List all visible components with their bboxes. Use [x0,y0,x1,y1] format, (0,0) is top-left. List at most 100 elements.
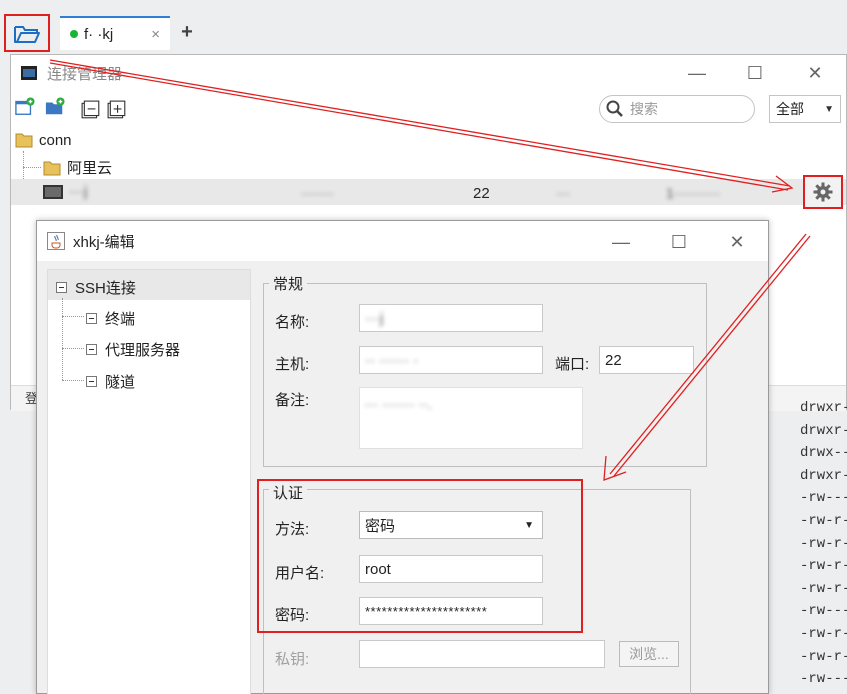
minimize-button[interactable]: — [685,61,709,85]
tab-close-icon[interactable]: × [151,26,160,43]
close-button[interactable]: ✕ [803,61,827,85]
tree-root-label: conn [39,131,72,149]
tree-session-item[interactable]: ···j [43,183,87,200]
private-key-field[interactable] [359,640,605,668]
method-select[interactable]: 密码 ▼ [359,511,543,539]
collapse-icon [56,282,67,293]
password-value: ********************** [365,603,488,619]
tree-folder-aliyun[interactable]: 阿里云 [43,157,112,178]
dialog-minimize-button[interactable]: — [609,230,633,254]
session-host: ······· [301,185,334,201]
list-item: -rw-r- [800,648,847,665]
search-icon [606,100,623,117]
note-label: 备注: [275,392,310,409]
chevron-down-icon: ▼ [824,103,834,115]
edit-session-button[interactable] [803,175,843,209]
dialog-maximize-button[interactable]: ☐ [667,230,691,254]
tree-connector [62,348,84,349]
nav-item-ssh[interactable]: SSH连接 [56,277,136,298]
dialog-title: xhkj-编辑 [73,233,135,251]
session-note: 1·········· [666,185,721,201]
folder-icon [43,161,61,175]
filter-select[interactable]: 全部 ▼ [769,95,841,123]
port-label: 端口: [555,356,590,373]
nav-root-label: SSH连接 [75,280,136,297]
password-field[interactable]: ********************** [359,597,543,625]
nav-item-label: 终端 [105,311,136,328]
tree-connector [23,167,41,168]
list-item: -rw--- [800,603,847,620]
session-user: ··· [556,185,570,201]
note-value: ··· ······· ··. [364,396,432,412]
tree-connector [62,380,84,381]
nav-item-tunnel[interactable]: 隧道 [86,371,135,392]
dialog-close-button[interactable]: ✕ [725,230,749,254]
port-field[interactable]: 22 [599,346,694,374]
connected-status-dot [70,30,78,38]
method-value: 密码 [365,517,396,535]
name-field[interactable]: ···j [359,304,543,332]
browse-button[interactable]: 浏览... [619,641,679,667]
add-tab-button[interactable]: + [176,20,198,44]
username-field[interactable]: root [359,555,543,583]
collapse-icon [86,376,97,387]
folder-icon [15,133,33,148]
chevron-down-icon: ▼ [524,519,534,531]
name-label: 名称: [275,314,310,331]
new-session-icon[interactable] [15,97,35,117]
nav-item-label: 隧道 [105,374,136,391]
expand-all-icon[interactable] [107,100,127,120]
username-label: 用户名: [275,565,325,582]
list-item: -rw--- [800,671,847,688]
browse-label: 浏览... [629,646,669,662]
terminal-icon [43,184,63,199]
list-item: drwxr- [800,400,847,416]
note-field[interactable]: ··· ······· ··. [359,387,583,449]
tree-connector [62,316,84,317]
dialog-titlebar: xhkj-编辑 [37,221,768,261]
general-legend: 常规 [269,273,308,294]
collapse-icon [86,344,97,355]
search-input[interactable]: 搜索 [599,95,755,123]
settings-nav-tree: SSH连接 终端 代理服务器 隧道 [47,269,251,694]
host-label: 主机: [275,356,310,373]
terminal-icon [21,66,37,80]
tab-label: f· ·kj [84,25,114,43]
session-port: 22 [473,185,490,202]
search-placeholder: 搜索 [630,101,658,117]
list-item: -rw-r- [800,580,847,597]
folder-open-icon [14,26,40,43]
list-item: drwxr- [800,422,847,439]
connection-manager-title: 连接管理器 [47,65,123,83]
nav-item-label: 代理服务器 [105,342,181,359]
username-value: root [365,560,391,578]
nav-item-proxy[interactable]: 代理服务器 [86,339,180,360]
tree-session-row[interactable] [11,179,846,205]
password-label: 密码: [275,607,310,624]
host-value: ·· ······ · [365,351,419,369]
list-item: drwx-- [800,445,847,462]
collapse-all-icon[interactable] [81,100,101,120]
auth-legend: 认证 [269,482,308,503]
maximize-button[interactable]: ☐ [743,61,767,85]
tree-connector [62,298,63,380]
name-value: ···j [365,309,384,327]
method-label: 方法: [275,521,310,538]
tree-root-conn[interactable]: conn [15,131,72,149]
tree-folder-label: 阿里云 [67,160,113,177]
list-item: -rw-r- [800,558,847,575]
list-item: drwxr- [800,467,847,484]
collapse-icon [86,313,97,324]
session-name: ···j [69,183,88,200]
host-field[interactable]: ·· ······ · [359,346,543,374]
gear-icon [813,182,833,202]
nav-item-terminal[interactable]: 终端 [86,308,135,329]
session-tab[interactable]: f· ·kj × [60,16,170,50]
open-folder-button[interactable] [6,20,48,48]
java-icon [47,232,65,250]
new-folder-icon[interactable] [45,97,65,117]
filter-value: 全部 [776,101,804,117]
private-key-label: 私钥: [275,651,310,668]
port-value: 22 [605,351,622,369]
list-item: -rw-r- [800,535,847,552]
